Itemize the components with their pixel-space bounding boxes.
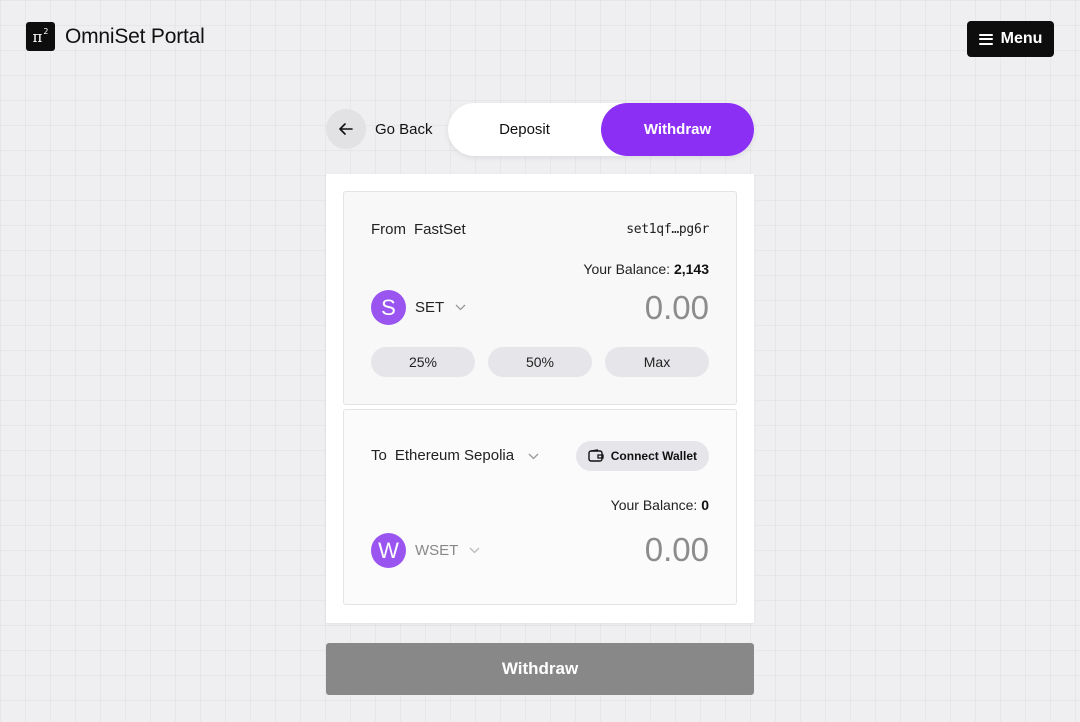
to-balance: Your Balance: 0: [611, 497, 709, 513]
set-token-icon: S: [371, 290, 406, 325]
connect-wallet-label: Connect Wallet: [610, 449, 697, 463]
logo-sup: 2: [43, 27, 49, 36]
wset-token-icon: W: [371, 533, 406, 568]
go-back-button[interactable]: Go Back: [326, 109, 433, 149]
from-panel: From FastSet set1qf…pg6r Your Balance: 2,…: [343, 191, 737, 405]
mode-toggle: Deposit Withdraw: [448, 103, 754, 156]
logo-icon: π2: [26, 22, 55, 51]
preset-max-button[interactable]: Max: [605, 347, 709, 377]
to-token-name: WSET: [415, 542, 459, 559]
from-address: set1qf…pg6r: [626, 222, 709, 237]
from-balance: Your Balance: 2,143: [583, 261, 709, 277]
from-label: From: [371, 221, 406, 238]
tab-deposit[interactable]: Deposit: [448, 103, 601, 156]
arrow-left-icon: [326, 109, 366, 149]
chevron-down-icon: [469, 547, 480, 554]
to-balance-label: Your Balance:: [610, 497, 698, 513]
app-title: OmniSet Portal: [65, 24, 205, 48]
to-label: To: [371, 447, 387, 464]
chevron-down-icon: [455, 304, 466, 311]
tab-withdraw[interactable]: Withdraw: [601, 103, 754, 156]
from-balance-label: Your Balance:: [583, 261, 671, 277]
from-row: From FastSet: [371, 221, 466, 238]
from-balance-value: 2,143: [673, 261, 709, 277]
withdraw-submit-button[interactable]: Withdraw: [326, 643, 754, 695]
menu-button[interactable]: Menu: [967, 21, 1054, 57]
to-panel: To Ethereum Sepolia Connect Wallet Your B…: [343, 409, 737, 605]
amount-presets: 25% 50% Max: [371, 347, 709, 377]
menu-button-label: Menu: [1000, 30, 1043, 47]
chevron-down-icon: [528, 453, 539, 460]
bridge-card: From FastSet set1qf…pg6r Your Balance: 2,…: [326, 174, 754, 623]
to-row[interactable]: To Ethereum Sepolia: [371, 447, 539, 464]
go-back-label: Go Back: [375, 120, 433, 138]
connect-wallet-button[interactable]: Connect Wallet: [575, 441, 709, 471]
preset-50-button[interactable]: 50%: [488, 347, 592, 377]
logo[interactable]: π2 OmniSet Portal: [26, 22, 205, 51]
preset-25-button[interactable]: 25%: [371, 347, 475, 377]
from-token-selector[interactable]: S SET: [371, 290, 466, 325]
hamburger-icon: [978, 33, 993, 45]
from-token-name: SET: [415, 299, 445, 316]
to-token-selector[interactable]: W WSET: [371, 533, 480, 568]
wallet-icon: [588, 449, 604, 462]
to-network: Ethereum Sepolia: [394, 447, 515, 464]
logo-glyph: π: [32, 27, 43, 46]
from-network: FastSet: [414, 221, 466, 238]
to-balance-value: 0: [701, 497, 709, 513]
from-amount-input[interactable]: [509, 289, 709, 327]
to-amount-input[interactable]: [509, 531, 709, 569]
